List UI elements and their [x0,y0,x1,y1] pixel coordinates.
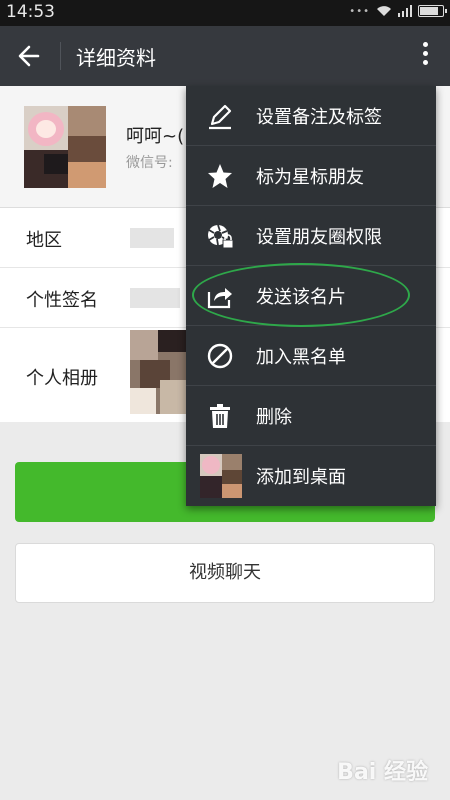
menu-label: 删除 [256,407,292,428]
wechat-id-label: 微信号: [126,155,173,171]
menu-item-moments-permission[interactable]: 设置朋友圈权限 [186,206,436,266]
region-value-blurred [130,228,174,248]
menu-item-add-to-desktop[interactable]: 添加到桌面 [186,446,436,506]
status-bar: 14:53 ••• [0,0,450,26]
signature-value-blurred [130,288,180,308]
signature-label: 个性签名 [26,290,98,311]
album-label: 个人相册 [26,368,98,389]
menu-item-blacklist[interactable]: 加入黑名单 [186,326,436,386]
menu-item-star-friend[interactable]: 标为星标朋友 [186,146,436,206]
trash-icon [210,404,230,428]
dot-icon [422,42,428,47]
menu-item-delete[interactable]: 删除 [186,386,436,446]
more-options-button[interactable] [420,42,430,72]
title-divider [60,42,61,70]
menu-item-set-remark[interactable]: 设置备注及标签 [186,86,436,146]
highlight-ellipse [192,263,410,327]
video-chat-button[interactable]: 视频聊天 [15,543,435,603]
moments-lock-icon [208,224,234,249]
menu-label: 标为星标朋友 [256,167,364,188]
notification-dots-icon: ••• [349,5,370,17]
menu-label: 添加到桌面 [256,467,346,488]
battery-icon [418,5,447,17]
avatar[interactable] [24,106,106,188]
watermark: Bai 经验 [337,760,428,785]
pencil-icon [209,104,232,130]
star-icon [208,164,232,188]
menu-label: 加入黑名单 [256,347,346,368]
dot-icon [422,60,428,65]
album-thumbnail[interactable] [130,330,188,414]
back-arrow-icon [18,45,40,67]
status-icons: ••• [349,5,447,17]
region-label: 地区 [26,230,62,251]
menu-label: 设置备注及标签 [256,107,382,128]
wifi-icon [377,6,391,16]
dot-icon [422,51,428,56]
back-button[interactable] [14,41,46,71]
signal-icon [398,5,412,17]
title-bar: 详细资料 [0,26,450,86]
page-title: 详细资料 [76,46,156,70]
avatar-thumbnail [200,454,242,498]
profile-name: 呵呵~( [126,126,185,147]
status-time: 14:53 [6,2,55,22]
block-icon [207,343,233,369]
menu-label: 设置朋友圈权限 [256,227,382,248]
